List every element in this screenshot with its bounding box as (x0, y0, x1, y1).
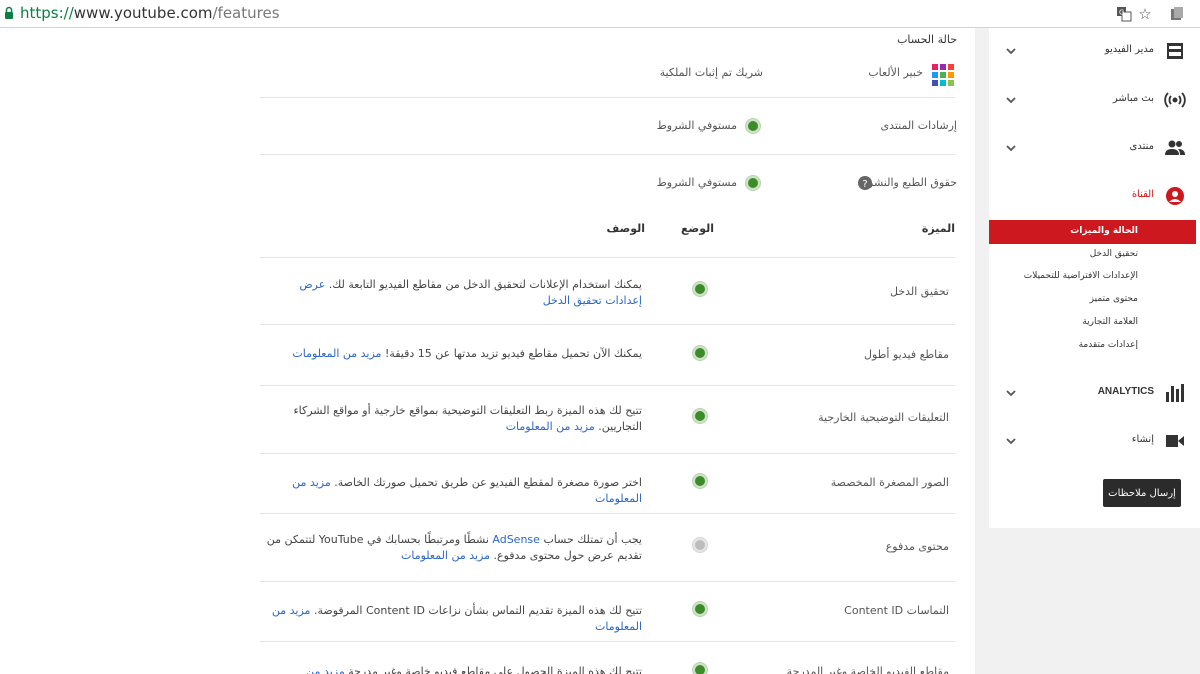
divider (260, 257, 955, 258)
community-guidelines-label: إرشادات المنتدى (880, 119, 957, 132)
chevron-down-icon[interactable] (1003, 385, 1019, 401)
learn-more-link[interactable]: مزيد من المعلومات (292, 347, 381, 360)
feature-description: تتيح لك هذه الميزة ربط التعليقات التوضيح… (293, 404, 642, 433)
feature-name: التماسات Content ID (844, 604, 949, 617)
chevron-down-icon[interactable] (1003, 92, 1019, 108)
feature-name: تحقيق الدخل (889, 285, 949, 298)
games-grid-icon (932, 64, 954, 86)
sidebar-item-label: إنشاء (1131, 434, 1154, 445)
sidebar-subitem-monetization[interactable]: تحقيق الدخل (1090, 249, 1138, 259)
status-dot (693, 538, 707, 552)
sidebar-item-channel[interactable]: القناة (989, 182, 1200, 210)
translate-icon[interactable]: G (1115, 5, 1133, 23)
divider (260, 513, 955, 514)
feature-name: مقاطع فيديو أطول (864, 348, 949, 361)
star-icon[interactable]: ☆ (1136, 5, 1154, 23)
divider (260, 453, 955, 454)
creator-studio-sidebar: مدير الفيديو بث مباشر منتدى القناة الحال… (989, 28, 1200, 528)
learn-more-link[interactable]: مزيد من المعلومات (401, 549, 490, 562)
sidebar-item-analytics[interactable]: ANALYTICS (989, 379, 1200, 407)
chevron-down-icon[interactable] (1003, 43, 1019, 59)
extension-icon[interactable] (1168, 5, 1186, 23)
sidebar-item-create[interactable]: إنشاء (989, 427, 1200, 455)
adsense-link[interactable]: AdSense (492, 533, 540, 546)
sidebar-subitem-upload-defaults[interactable]: الإعدادات الافتراضية للتحميلات (1024, 271, 1138, 281)
games-expert-label: خبير الألعاب (868, 66, 923, 79)
feature-description: يمكنك الآن تحميل مقاطع فيديو تزيد مدتها … (292, 347, 642, 360)
sidebar-item-label: ANALYTICS (1097, 386, 1154, 397)
column-status: الوضع (681, 222, 714, 235)
status-dot (693, 346, 707, 360)
divider (260, 385, 955, 386)
features-panel: حالة الحساب خبير الألعاب شريك تم إثبات ا… (0, 28, 975, 674)
feature-description: يجب أن تمتلك حساب AdSense نشطًا ومرتبطًا… (266, 533, 642, 562)
sidebar-subitem-advanced[interactable]: إعدادات متقدمة (1079, 340, 1138, 350)
svg-text:?: ? (862, 179, 867, 190)
feature-name: الصور المصغرة المخصصة (830, 476, 949, 489)
url-path: /features (212, 4, 280, 22)
feature-name: التعليقات التوضيحية الخارجية (818, 411, 949, 424)
feature-description: تتيح لك هذه الميزة الحصول على مقاطع فيدي… (262, 664, 642, 674)
url-text[interactable]: https://www.youtube.com/features (20, 4, 280, 22)
copyright-label: حقوق الطبع والنشر (867, 176, 957, 189)
sidebar-item-live[interactable]: بث مباشر (989, 86, 1200, 114)
feature-name: مقاطع الفيديو الخاصة وغير المدرجة (786, 665, 949, 674)
copyright-status-text: مستوفي الشروط (656, 176, 737, 189)
divider (260, 581, 955, 582)
help-icon[interactable]: ? (858, 176, 872, 190)
sidebar-item-label: القناة (1131, 189, 1154, 200)
divider (260, 154, 955, 155)
sidebar-item-label: بث مباشر (1112, 93, 1154, 104)
video-camera-icon (1166, 435, 1184, 447)
live-broadcast-icon (1164, 92, 1186, 108)
sidebar-item-label: مدير الفيديو (1104, 44, 1154, 55)
community-status-text: مستوفي الشروط (656, 119, 737, 132)
sidebar-subitem-featured-content[interactable]: محتوى متميز (1090, 294, 1138, 304)
ownership-partner-label: شريك تم إثبات الملكية (659, 66, 763, 79)
people-icon (1165, 140, 1185, 155)
copyright-status-dot (746, 176, 760, 190)
sidebar-subitem-status-features[interactable]: الحالة والميزات (1070, 226, 1138, 236)
chevron-down-icon[interactable] (1003, 140, 1019, 156)
url-host: www.youtube.com (73, 4, 213, 22)
feature-description: يمكنك استخدام الإعلانات لتحقيق الدخل من … (299, 278, 642, 307)
svg-text:G: G (1119, 9, 1124, 17)
sidebar-subitem-branding[interactable]: العلامة التجارية (1082, 317, 1138, 327)
sidebar-item-community[interactable]: منتدى (989, 134, 1200, 162)
browser-address-bar[interactable]: https://www.youtube.com/features G ☆ (0, 0, 1200, 28)
column-feature: الميزة (921, 222, 955, 235)
divider (260, 97, 955, 98)
lock-icon (5, 6, 13, 19)
community-status-dot (746, 119, 760, 133)
send-feedback-button[interactable]: إرسال ملاحظات (1103, 479, 1181, 507)
sidebar-item-video-manager[interactable]: مدير الفيديو (989, 37, 1200, 65)
chevron-down-icon[interactable] (1003, 433, 1019, 449)
status-dot (693, 663, 707, 674)
account-status-heading: حالة الحساب (897, 33, 957, 46)
sidebar-item-label: منتدى (1129, 141, 1154, 152)
status-dot (693, 602, 707, 616)
divider (260, 324, 955, 325)
url-scheme: https:// (20, 4, 74, 22)
bar-chart-icon (1166, 384, 1184, 402)
status-dot (693, 409, 707, 423)
column-description: الوصف (606, 222, 645, 235)
feature-name: محتوى مدفوع (885, 540, 949, 553)
status-dot (693, 474, 707, 488)
learn-more-link[interactable]: مزيد من المعلومات (506, 420, 595, 433)
account-circle-icon (1166, 187, 1184, 205)
feature-description: اختر صورة مصغرة لمقطع الفيديو عن طريق تح… (292, 476, 642, 505)
status-dot (693, 282, 707, 296)
video-manager-icon (1167, 43, 1183, 59)
divider (260, 641, 955, 642)
feature-description: تتيح لك هذه الميزة تقديم التماس بشأن نزا… (271, 604, 642, 633)
